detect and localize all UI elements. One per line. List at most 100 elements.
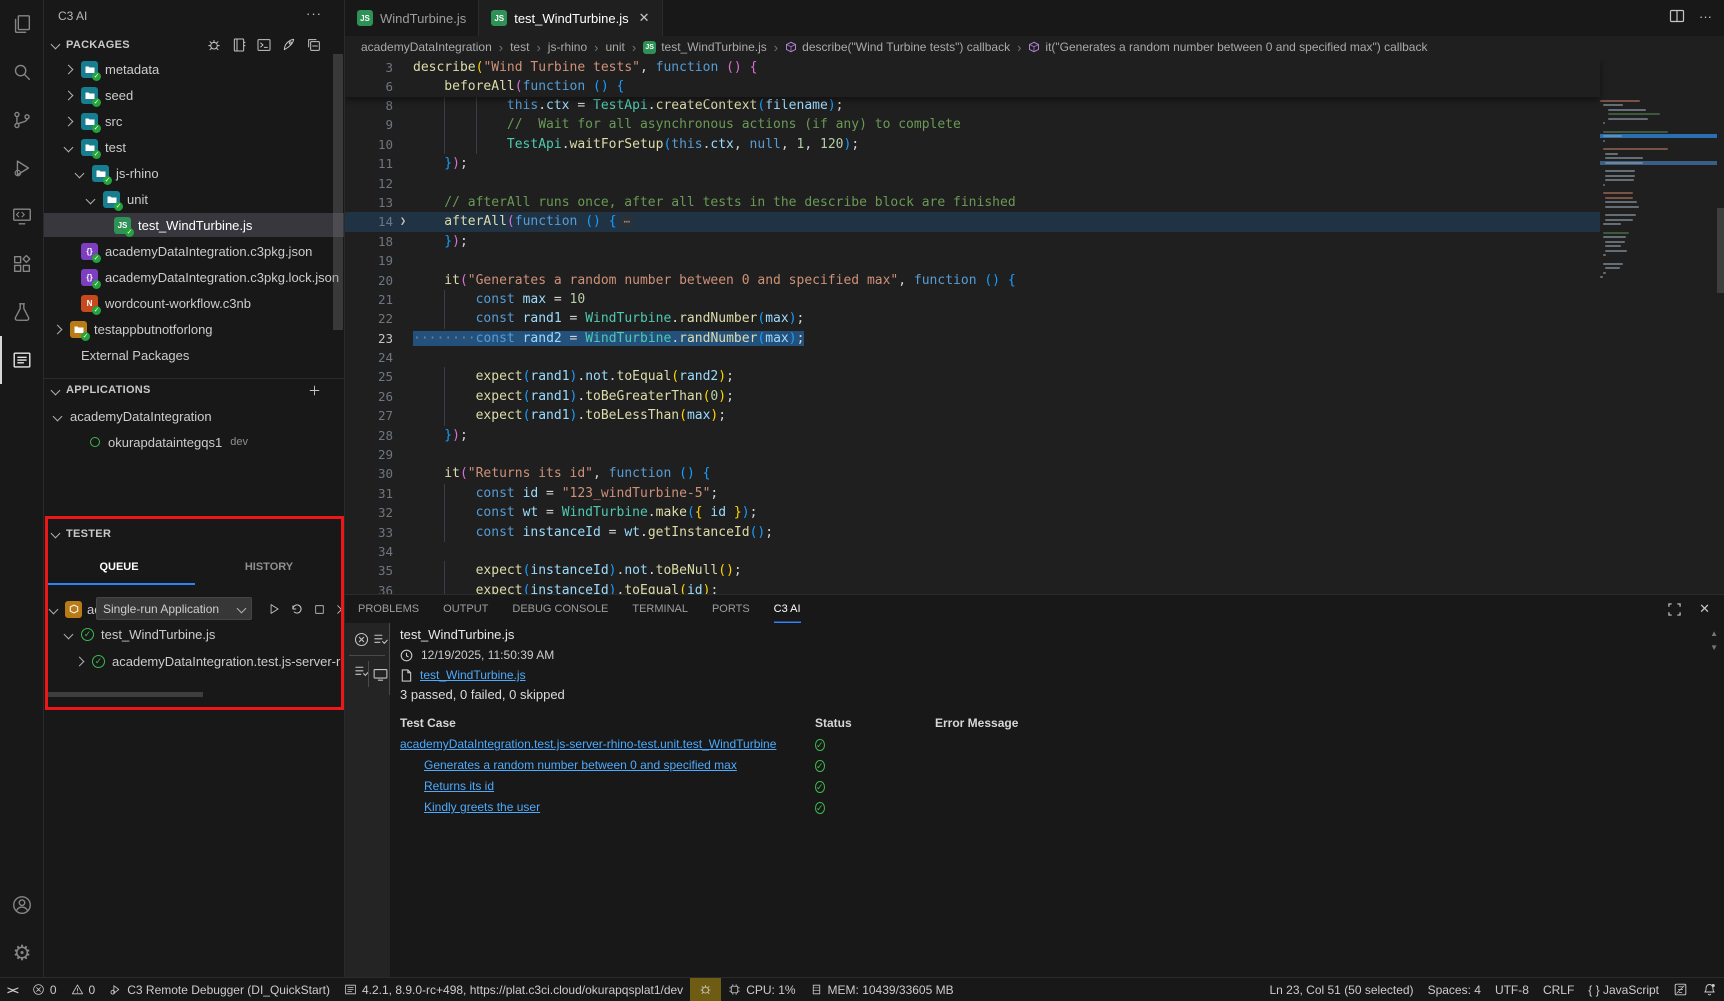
code-line-10[interactable]: 10 TestApi.waitForSetup(this.ctx, null, … (345, 135, 1600, 154)
rerun-icon[interactable] (290, 602, 304, 616)
settings-gear-icon[interactable]: ⚙ (0, 929, 44, 977)
chevron-right-icon[interactable] (63, 90, 74, 100)
code-line-8[interactable]: 8 this.ctx = TestApi.createContext(filen… (345, 96, 1600, 115)
panel-tab-ports[interactable]: PORTS (712, 595, 750, 623)
chevron-down-icon[interactable] (48, 604, 59, 614)
clear-icon[interactable] (353, 631, 370, 648)
code-line-13[interactable]: 13 // afterAll runs once, after all test… (345, 193, 1600, 212)
rocket-icon[interactable] (281, 37, 297, 53)
panel-tab-debug-console[interactable]: DEBUG CONSOLE (512, 595, 608, 623)
tree-item-unit[interactable]: ✓ unit (44, 187, 344, 211)
tree-item-academydataintegration-c3pkg-lock-json[interactable]: {} ✓ academyDataIntegration.c3pkg.lock.jso… (44, 265, 344, 289)
tester-tab-history[interactable]: HISTORY (194, 552, 344, 584)
run-mode-dropdown[interactable]: Single-run Application (96, 597, 252, 620)
run-debug-icon[interactable] (0, 144, 44, 192)
code-line-32[interactable]: 32 const wt = WindTurbine.make({ id }); (345, 503, 1600, 522)
tester-horizontal-scrollbar[interactable] (48, 692, 203, 697)
chevron-right-icon[interactable] (74, 656, 85, 666)
code-line-31[interactable]: 31 const id = "123_windTurbine-5"; (345, 484, 1600, 503)
tester-tab-queue[interactable]: QUEUE (44, 552, 194, 584)
breadcrumb-item[interactable]: js-rhino (548, 40, 587, 54)
breadcrumb-item[interactable]: unit (605, 40, 624, 54)
collapse-all-icon[interactable] (306, 37, 322, 53)
terminal-icon[interactable] (256, 37, 272, 53)
status-error[interactable]: 0 (25, 978, 64, 1001)
minimap[interactable] (1600, 100, 1717, 594)
code-line-34[interactable]: 34 (345, 542, 1600, 561)
close-tab-icon[interactable]: ✕ (639, 10, 650, 26)
chevron-down-icon[interactable] (85, 194, 96, 204)
fold-chevron-icon[interactable]: ❯ (393, 212, 413, 231)
code-line-18[interactable]: 18 }); (345, 232, 1600, 251)
code-line-21[interactable]: 21 const max = 10 (345, 290, 1600, 309)
code-line-26[interactable]: 26 expect(rand1).toBeGreaterThan(0); (345, 387, 1600, 406)
status-utf-8[interactable]: UTF-8 (1488, 978, 1536, 1001)
code-line-36[interactable]: 36 expect(instanceId).toEqual(id); (345, 581, 1600, 594)
status-spaces-4[interactable]: Spaces: 4 (1421, 978, 1488, 1001)
code-line-23[interactable]: 23 ········const rand2 = WindTurbine.ran… (345, 329, 1600, 348)
chevron-down-icon[interactable] (63, 142, 74, 152)
status-memory[interactable]: MEM: 10439/33605 MB (803, 978, 961, 1001)
sidebar-more-icon[interactable]: ··· (306, 6, 322, 21)
breadcrumb-item[interactable]: JS test_WindTurbine.js (643, 40, 767, 54)
status-bug-disabled-icon[interactable] (1666, 978, 1695, 1001)
code-line-3[interactable]: 3 describe("Wind Turbine tests", functio… (345, 58, 1600, 77)
panel-scroll-up-icon[interactable]: ▲ (1710, 629, 1718, 638)
editor-tab-test-windturbine-js[interactable]: JS test_WindTurbine.js ✕ (479, 0, 663, 36)
applications-section-header[interactable]: APPLICATIONS (44, 378, 344, 401)
extensions-icon[interactable] (0, 240, 44, 288)
tester-section-header[interactable]: TESTER (44, 522, 344, 545)
status-debug-alt[interactable]: C3 Remote Debugger (DI_QuickStart) (102, 978, 337, 1001)
split-editor-icon[interactable] (1669, 8, 1685, 24)
queue-item[interactable]: ✓ academyDataIntegration.test.js-server-… (44, 649, 344, 673)
test-case-link[interactable]: academyDataIntegration.test.js-server-rh… (400, 737, 776, 751)
code-line-22[interactable]: 22 const rand1 = WindTurbine.randNumber(… (345, 309, 1600, 328)
code-line-28[interactable]: 28 }); (345, 426, 1600, 445)
panel-tab-c3-ai[interactable]: C3 AI (774, 595, 801, 623)
status-bell-icon[interactable] (1695, 978, 1724, 1001)
tree-item-test[interactable]: ✓ test (44, 135, 344, 159)
code-line-11[interactable]: 11 }); (345, 154, 1600, 173)
breadcrumb-item[interactable]: it("Generates a random number between 0 … (1028, 40, 1427, 54)
code-line-24[interactable]: 24 (345, 348, 1600, 367)
tree-item-wordcount-workflow-c3nb[interactable]: N ✓ wordcount-workflow.c3nb (44, 291, 344, 315)
tree-item-src[interactable]: ✓ src (44, 109, 344, 133)
editor-scrollbar[interactable] (1717, 208, 1724, 293)
search-icon[interactable] (0, 48, 44, 96)
status-c3-logo[interactable]: 4.2.1, 8.9.0-rc+498, https://plat.c3ci.c… (337, 978, 690, 1001)
c3-panel-icon[interactable] (0, 336, 44, 384)
source-control-icon[interactable] (0, 96, 44, 144)
play-icon[interactable] (267, 602, 281, 616)
chevron-down-icon[interactable] (63, 629, 74, 639)
status-ln-23-col-51-50-selected-[interactable]: Ln 23, Col 51 (50 selected) (1262, 978, 1420, 1001)
add-application-icon[interactable] (307, 383, 322, 398)
app-item-academydataintegration[interactable]: academyDataIntegration (44, 404, 344, 428)
tree-item-testappbutnotforlong[interactable]: ✓ testappbutnotforlong (44, 317, 344, 341)
code-line-6[interactable]: 6 beforeAll(function () { (345, 77, 1600, 96)
code-line-29[interactable]: 29 (345, 445, 1600, 464)
code-line-33[interactable]: 33 const instanceId = wt.getInstanceId()… (345, 523, 1600, 542)
chevron-down-icon[interactable] (52, 411, 63, 421)
code-line-14[interactable]: 14 ❯ afterAll(function () {⋯ (345, 212, 1600, 232)
editor-more-icon[interactable]: ··· (1699, 9, 1712, 24)
code-line-9[interactable]: 9 // Wait for all asynchronous actions (… (345, 115, 1600, 134)
test-case-link[interactable]: Generates a random number between 0 and … (424, 758, 737, 772)
code-line-19[interactable]: 19 (345, 251, 1600, 270)
monitor-icon[interactable] (372, 666, 389, 683)
breadcrumb-item[interactable]: academyDataIntegration (361, 40, 492, 54)
code-line-20[interactable]: 20 it("Generates a random number between… (345, 271, 1600, 290)
sidebar-scrollbar[interactable] (333, 54, 343, 330)
app-item-okurapdataintegqs1[interactable]: okurapdataintegqs1 dev (44, 430, 344, 454)
panel-tab-terminal[interactable]: TERMINAL (632, 595, 688, 623)
notebook-icon[interactable] (231, 37, 247, 53)
tree-item-metadata[interactable]: ✓ metadata (44, 57, 344, 81)
stop-icon[interactable] (313, 603, 326, 616)
tree-item-external-packages[interactable]: External Packages (44, 343, 344, 367)
breadcrumb-item[interactable]: describe("Wind Turbine tests") callback (785, 40, 1010, 54)
packages-section-header[interactable]: PACKAGES (44, 33, 344, 56)
chevron-right-icon[interactable] (63, 116, 74, 126)
code-line-12[interactable]: 12 (345, 174, 1600, 193)
panel-tab-output[interactable]: OUTPUT (443, 595, 488, 623)
breadcrumb-item[interactable]: test (510, 40, 529, 54)
panel-scroll-down-icon[interactable]: ▼ (1710, 643, 1718, 652)
